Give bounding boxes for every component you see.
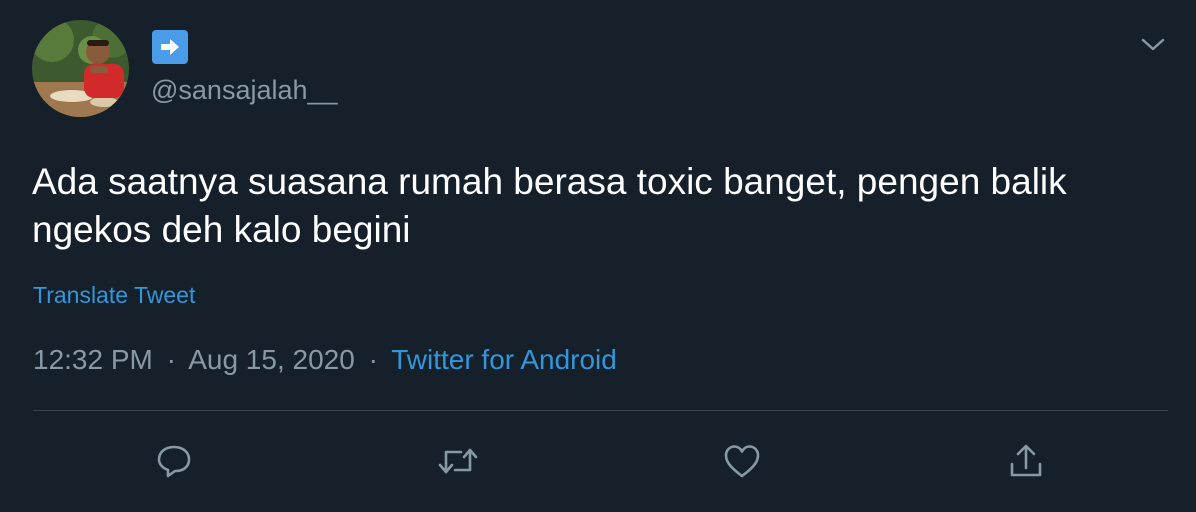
meta-separator: · (368, 344, 378, 375)
meta-separator: · (166, 344, 176, 375)
tweet-date[interactable]: Aug 15, 2020 (188, 344, 355, 375)
tweet-card: @sansajalah__ Ada saatnya suasana rumah … (0, 0, 1196, 512)
user-handle[interactable]: @sansajalah__ (151, 74, 338, 106)
reply-icon[interactable] (153, 440, 195, 482)
heart-icon[interactable] (721, 440, 763, 482)
tweet-metadata: 12:32 PM · Aug 15, 2020 · Twitter for An… (33, 342, 617, 378)
arrow-right-icon (152, 30, 188, 64)
translate-tweet-link[interactable]: Translate Tweet (33, 280, 195, 310)
retweet-icon[interactable] (437, 440, 479, 482)
tweet-time: 12:32 PM (33, 344, 153, 375)
avatar[interactable] (32, 20, 129, 117)
tweet-source-link[interactable]: Twitter for Android (391, 344, 617, 375)
share-icon[interactable] (1005, 440, 1047, 482)
tweet-text: Ada saatnya suasana rumah berasa toxic b… (32, 161, 1067, 250)
divider (33, 410, 1168, 411)
chevron-down-icon[interactable] (1136, 30, 1170, 60)
